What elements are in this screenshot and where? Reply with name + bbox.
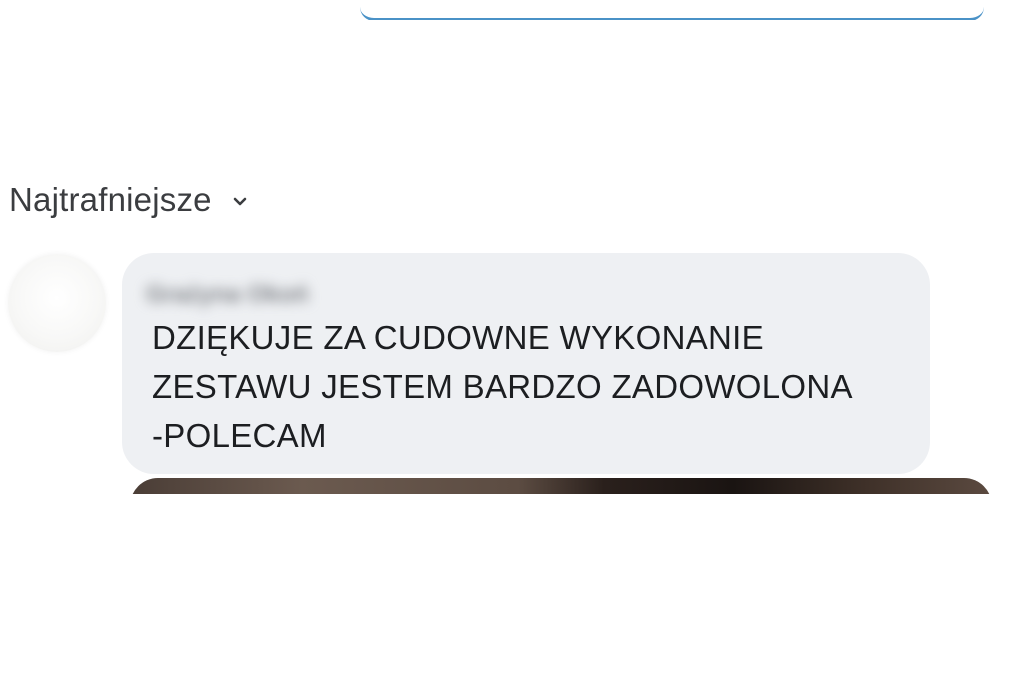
- top-bar-edge: [360, 0, 984, 20]
- comment-text: DZIĘKUJE ZA CUDOWNE WYKONANIE ZESTAWU JE…: [152, 319, 853, 454]
- comment-bubble: Grażyna Okoń DZIĘKUJE ZA CUDOWNE WYKONAN…: [122, 253, 930, 474]
- photo-preview: [130, 478, 992, 494]
- chevron-down-icon: [232, 195, 248, 207]
- comment-attached-photo[interactable]: [130, 478, 992, 494]
- comment-author[interactable]: Grażyna Okoń: [146, 281, 309, 309]
- sort-label: Najtrafniejsze: [9, 181, 212, 218]
- sort-dropdown[interactable]: Najtrafniejsze: [9, 178, 248, 222]
- top-bar-border: [360, 0, 984, 20]
- avatar[interactable]: [8, 254, 106, 352]
